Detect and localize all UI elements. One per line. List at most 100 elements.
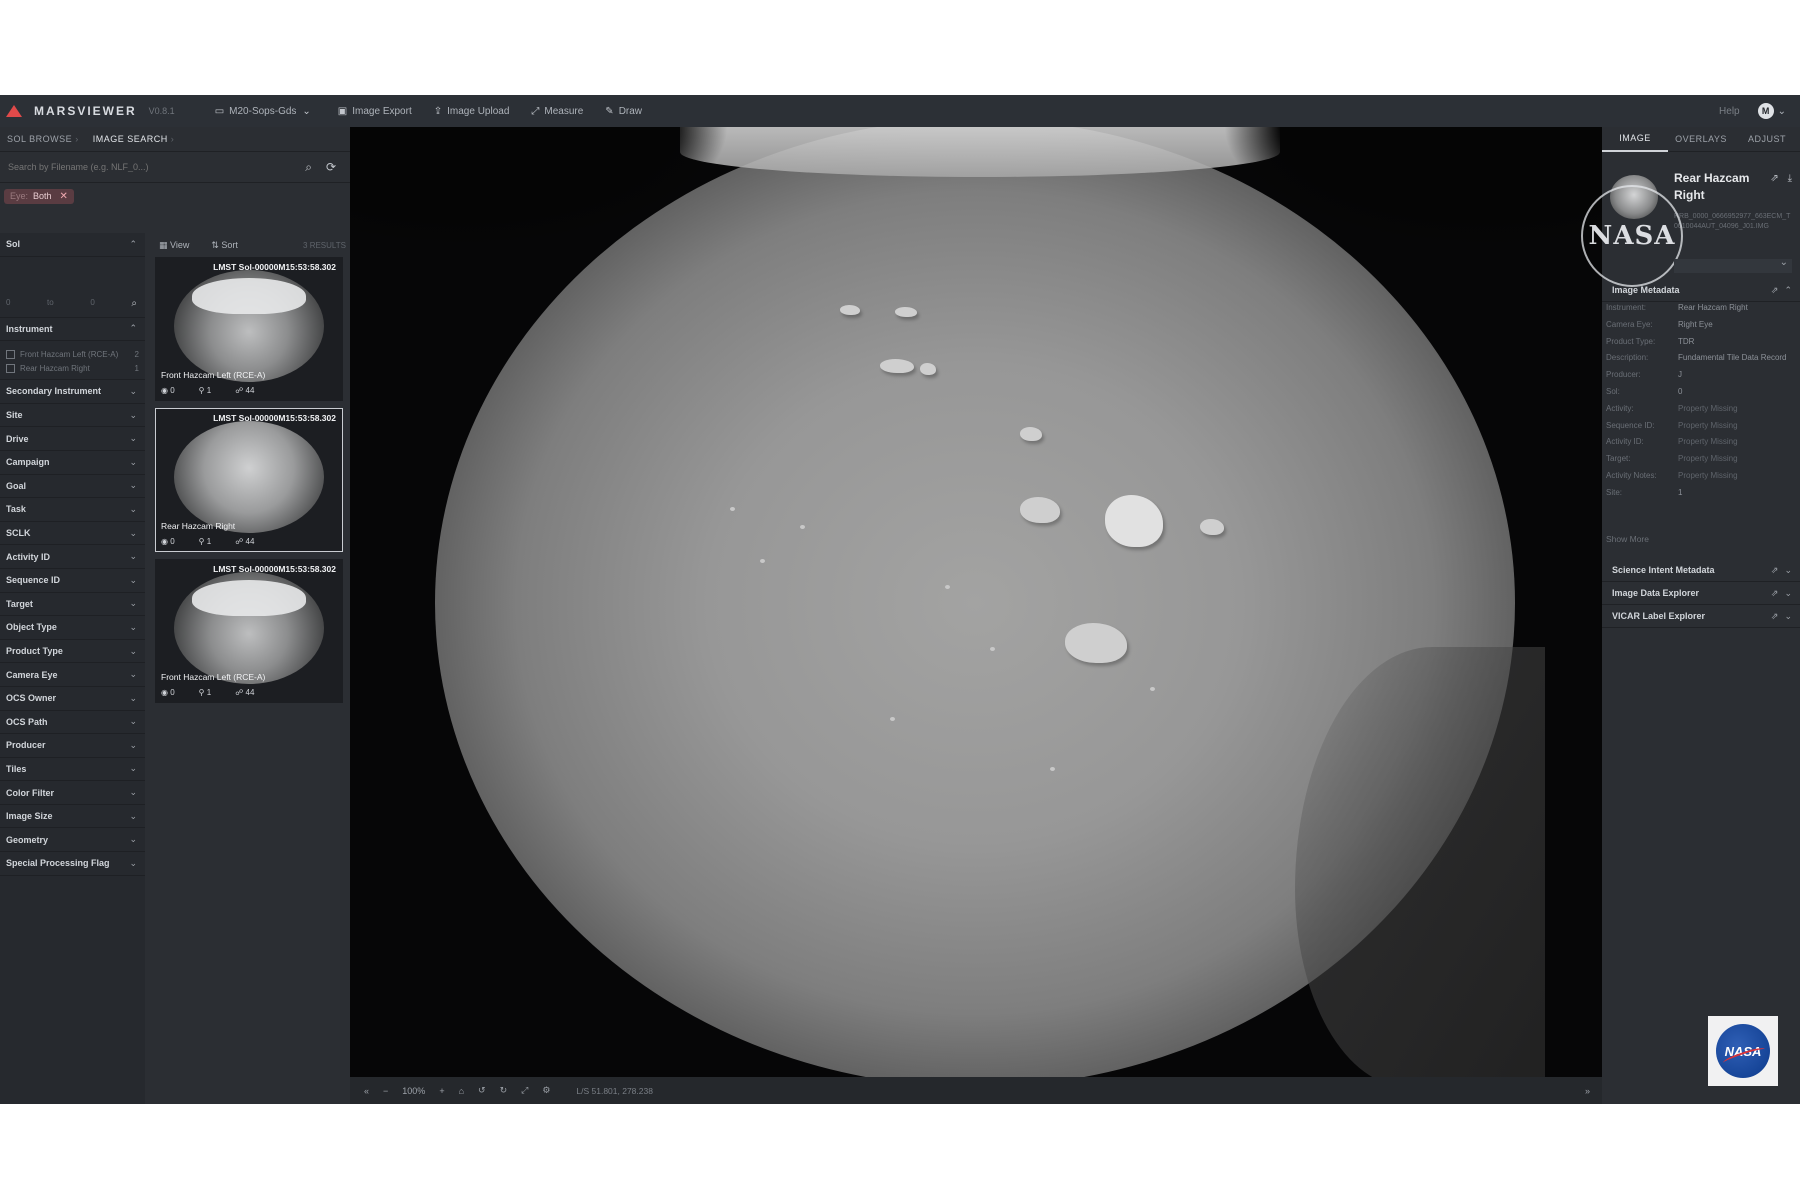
filter-section[interactable]: Task ⌄ [0, 498, 145, 522]
chevron-down-icon: ⌄ [129, 834, 137, 845]
show-more-link[interactable]: Show More [1606, 534, 1649, 544]
result-card[interactable]: LMST Sol-00000M15:53:58.302 Front Hazcam … [155, 257, 343, 401]
rotate-right-icon[interactable]: ↻ [500, 1085, 508, 1096]
filter-section[interactable]: Product Type ⌄ [0, 640, 145, 664]
filter-label: OCS Owner [6, 693, 57, 704]
result-card[interactable]: LMST Sol-00000M15:53:58.302 Front Hazcam … [155, 559, 343, 703]
fullscreen-icon[interactable]: ⤢ [521, 1085, 528, 1096]
filter-section[interactable]: OCS Path ⌄ [0, 711, 145, 735]
chevron-down-icon: ⌄ [129, 787, 137, 798]
filter-section[interactable]: Camera Eye ⌄ [0, 663, 145, 687]
tab-sol-browse[interactable]: SOL BROWSE › [0, 127, 86, 151]
search-input[interactable] [0, 161, 306, 173]
draw-label: Draw [618, 105, 643, 117]
checkbox[interactable] [6, 363, 15, 373]
rotate-left-icon[interactable]: ↺ [478, 1085, 486, 1096]
vicar-label-explorer-header[interactable]: VICAR Label Explorer ⇗ ⌄ [1602, 605, 1800, 628]
filter-chip-eye[interactable]: Eye: Both ✕ [4, 188, 74, 204]
sol-to-input[interactable]: 0 [90, 298, 94, 309]
collapse-right-icon[interactable]: » [1585, 1086, 1590, 1096]
filter-section[interactable]: Geometry ⌄ [0, 828, 145, 853]
image-filename: RRB_0000_0666952977_663ECM_T0010044AUT_0… [1674, 213, 1791, 230]
filter-section[interactable]: Goal ⌄ [0, 475, 145, 499]
tab-overlays[interactable]: OVERLAYS [1668, 127, 1734, 151]
chevron-down-icon[interactable]: ⌄ [1778, 106, 1786, 117]
metadata-key: Sequence ID: [1606, 420, 1655, 430]
filter-section[interactable]: Site ⌄ [0, 404, 145, 428]
chevron-down-icon[interactable]: ⌄ [1784, 565, 1792, 576]
version-dropdown[interactable] [1674, 257, 1792, 273]
external-link-icon[interactable]: ⇗ [1771, 611, 1779, 622]
chevron-down-icon: ⌄ [129, 409, 137, 420]
science-intent-metadata-header[interactable]: Science Intent Metadata ⇗ ⌄ [1602, 559, 1800, 582]
filter-section[interactable]: Activity ID ⌄ [0, 545, 145, 569]
results-count: 3 RESULTS [303, 240, 346, 250]
pebble [1150, 687, 1155, 691]
metadata-key: Activity Notes: [1606, 470, 1657, 480]
home-icon[interactable]: ⌂ [459, 1086, 464, 1096]
tab-image[interactable]: IMAGE [1602, 126, 1668, 152]
instrument-option[interactable]: Rear Hazcam Right 1 [0, 361, 145, 375]
search-icon[interactable]: ⌕ [131, 298, 137, 309]
download-icon[interactable]: ⤓ [1788, 173, 1792, 184]
filter-section[interactable]: Object Type ⌄ [0, 616, 145, 640]
filter-section[interactable]: Drive ⌄ [0, 427, 145, 451]
chevron-up-icon[interactable]: ⌃ [1784, 285, 1792, 296]
image-metadata-header[interactable]: Image Metadata ⇗ ⌃ [1602, 279, 1800, 302]
filter-section[interactable]: Producer ⌄ [0, 734, 145, 758]
filter-label: Site [6, 410, 23, 421]
sol-from-input[interactable]: 0 [6, 298, 10, 309]
tab-image-search[interactable]: IMAGE SEARCH › [86, 127, 182, 151]
metadata-row: Activity ID: Property Missing [1606, 437, 1796, 454]
external-link-icon[interactable]: ⇗ [1771, 285, 1779, 296]
instrument-option[interactable]: Front Hazcam Left (RCE-A) 2 [0, 347, 145, 361]
filter-section[interactable]: Color Filter ⌄ [0, 781, 145, 805]
image-data-explorer-header[interactable]: Image Data Explorer ⇗ ⌄ [1602, 582, 1800, 605]
external-link-icon[interactable]: ⇗ [1771, 588, 1779, 599]
metadata-row: Producer: J [1606, 370, 1796, 387]
filename-search: ⌕ ⟳ [0, 152, 350, 183]
mission-selector[interactable]: ▭ M20-Sops-Gds ⌄ [215, 106, 316, 117]
zoom-in-button[interactable]: + [439, 1086, 444, 1096]
close-icon[interactable]: ✕ [60, 191, 68, 202]
chevron-down-icon[interactable]: ⌄ [1784, 588, 1792, 599]
filter-section[interactable]: Sequence ID ⌄ [0, 569, 145, 593]
pin-icon: ⚲ 1 [198, 688, 212, 697]
app-logo[interactable]: MARSVIEWER V0.8.1 [6, 104, 175, 118]
filter-label: Instrument [6, 323, 53, 334]
measure-button[interactable]: ⤢ Measure [531, 106, 583, 117]
filter-label: Product Type [6, 646, 63, 657]
filter-section[interactable]: Target ⌄ [0, 593, 145, 617]
filter-section[interactable]: OCS Owner ⌄ [0, 687, 145, 711]
sort-button[interactable]: ⇅ Sort [211, 240, 238, 251]
filter-section-sol[interactable]: Sol ⌃ [0, 233, 145, 257]
draw-button[interactable]: ✎ Draw [605, 106, 642, 117]
image-export-button[interactable]: ▣ Image Export [338, 106, 412, 117]
settings-icon[interactable]: ⚙ [542, 1085, 550, 1096]
filter-section[interactable]: Campaign ⌄ [0, 451, 145, 475]
filter-section[interactable]: Secondary Instrument ⌄ [0, 380, 145, 404]
tab-adjust[interactable]: ADJUST [1734, 127, 1800, 151]
collapse-left-icon[interactable]: « [364, 1086, 369, 1096]
reset-icon[interactable]: ⟳ [326, 160, 336, 174]
view-button[interactable]: ▦ View [159, 240, 189, 251]
external-link-icon[interactable]: ⇗ [1770, 173, 1778, 184]
zoom-out-button[interactable]: − [383, 1086, 388, 1096]
filter-label: Producer [6, 740, 46, 751]
chevron-down-icon[interactable]: ⌄ [1784, 611, 1792, 622]
external-link-icon[interactable]: ⇗ [1771, 565, 1779, 576]
filter-section[interactable]: SCLK ⌄ [0, 522, 145, 546]
filter-section-instrument[interactable]: Instrument ⌃ [0, 318, 145, 342]
search-icon[interactable]: ⌕ [305, 160, 312, 175]
metadata-value: Rear Hazcam Right [1678, 303, 1748, 312]
result-card[interactable]: LMST Sol-00000M15:53:58.302 Rear Hazcam R… [155, 408, 343, 552]
help-link[interactable]: Help [1719, 106, 1740, 117]
filter-section[interactable]: Image Size ⌄ [0, 805, 145, 829]
checkbox[interactable] [6, 349, 15, 359]
image-viewport[interactable] [350, 127, 1602, 1077]
user-avatar[interactable]: M [1757, 103, 1774, 119]
rover-hardware-right [1222, 127, 1602, 247]
filter-section[interactable]: Tiles ⌄ [0, 758, 145, 782]
filter-section[interactable]: Special Processing Flag ⌄ [0, 852, 145, 876]
image-upload-button[interactable]: ⇪ Image Upload [434, 106, 510, 117]
